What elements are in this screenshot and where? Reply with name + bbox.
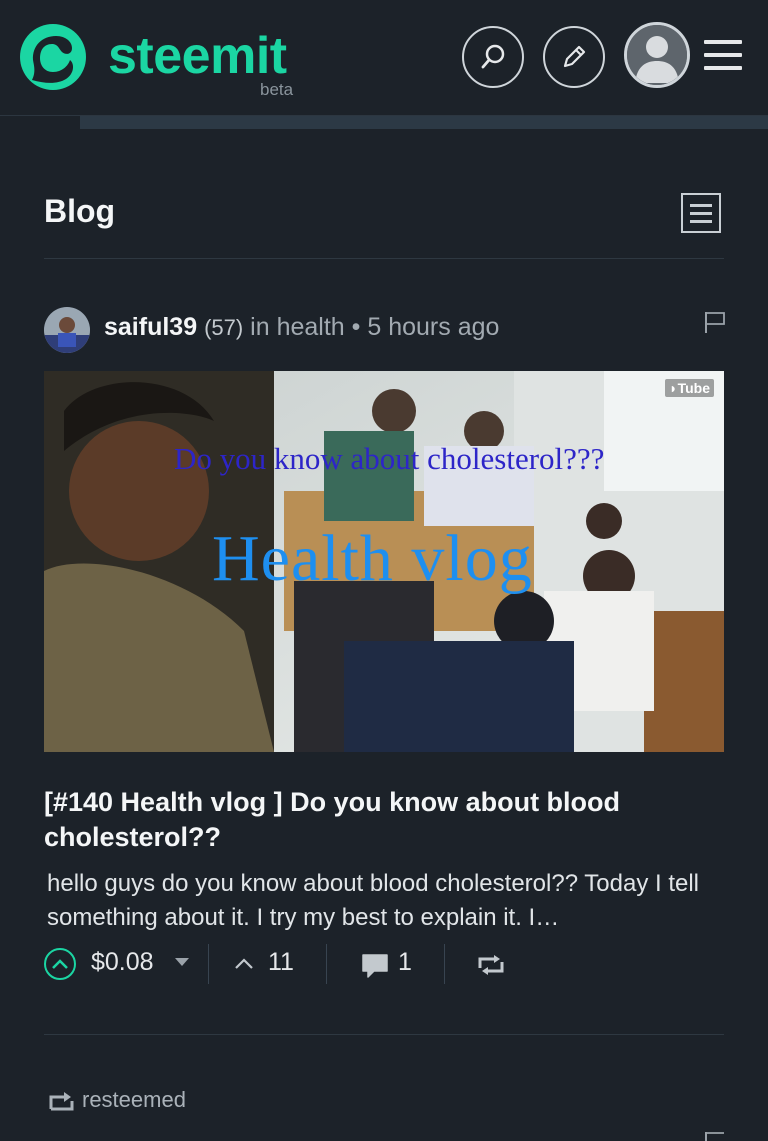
meta-separator: • [351,313,361,341]
post-meta: saiful39 (57) in health • 5 hours ago [104,313,499,342]
flag-icon[interactable] [704,310,726,334]
category-link[interactable]: health [277,313,345,341]
brand-name[interactable]: steemit [108,26,287,86]
hamburger-menu-icon[interactable] [704,40,742,72]
author-avatar-image [44,307,90,353]
post-thumbnail[interactable]: ◗Tube Do you know about cholesterol??? H… [44,371,724,752]
author-link[interactable]: saiful39 [104,313,197,341]
payout-dropdown-icon[interactable] [175,958,189,966]
author-avatar[interactable] [44,307,90,353]
thumbnail-caption: Do you know about cholesterol??? [174,441,605,476]
action-divider [208,944,209,984]
post-divider [44,1034,724,1035]
subnav-bar [80,116,768,129]
beta-label: beta [260,80,294,99]
top-header: steemit beta [0,0,768,116]
thumbnail-headline: Health vlog [212,522,533,595]
action-divider [326,944,327,984]
post-time[interactable]: 5 hours ago [367,313,499,341]
submit-post-button[interactable] [543,26,605,88]
pencil-icon [563,45,586,68]
upvote-button[interactable] [44,948,76,980]
payout-value[interactable]: $0.08 [91,948,154,977]
search-icon [481,44,505,69]
layout-toggle-button[interactable] [681,193,721,233]
resteemed-notice: resteemed [48,1087,186,1113]
search-button[interactable] [462,26,524,88]
post-actions: $0.08 11 1 [44,942,724,986]
action-divider [444,944,445,984]
user-avatar [627,25,687,85]
resteem-icon[interactable] [478,954,504,976]
resteem-icon [49,1092,74,1111]
dtube-badge: ◗Tube [665,379,714,397]
voters-chevron-icon[interactable] [234,956,254,970]
resteemed-label: resteemed [82,1087,186,1112]
user-avatar-button[interactable] [624,22,690,88]
post-title-link[interactable]: [#140 Health vlog ] Do you know about bl… [44,785,724,855]
vote-count[interactable]: 11 [268,948,294,977]
author-reputation: (57) [204,315,244,340]
comment-count[interactable]: 1 [398,948,412,977]
page-title: Blog [44,193,116,229]
post-excerpt[interactable]: hello guys do you know about blood chole… [47,867,727,935]
upvote-chevron-icon [52,959,68,969]
category-prefix: in [250,313,270,341]
flag-icon[interactable] [704,1130,726,1141]
steemit-logo-icon[interactable] [18,22,88,92]
comment-bubble-icon[interactable] [360,952,390,980]
heading-divider [44,258,724,259]
